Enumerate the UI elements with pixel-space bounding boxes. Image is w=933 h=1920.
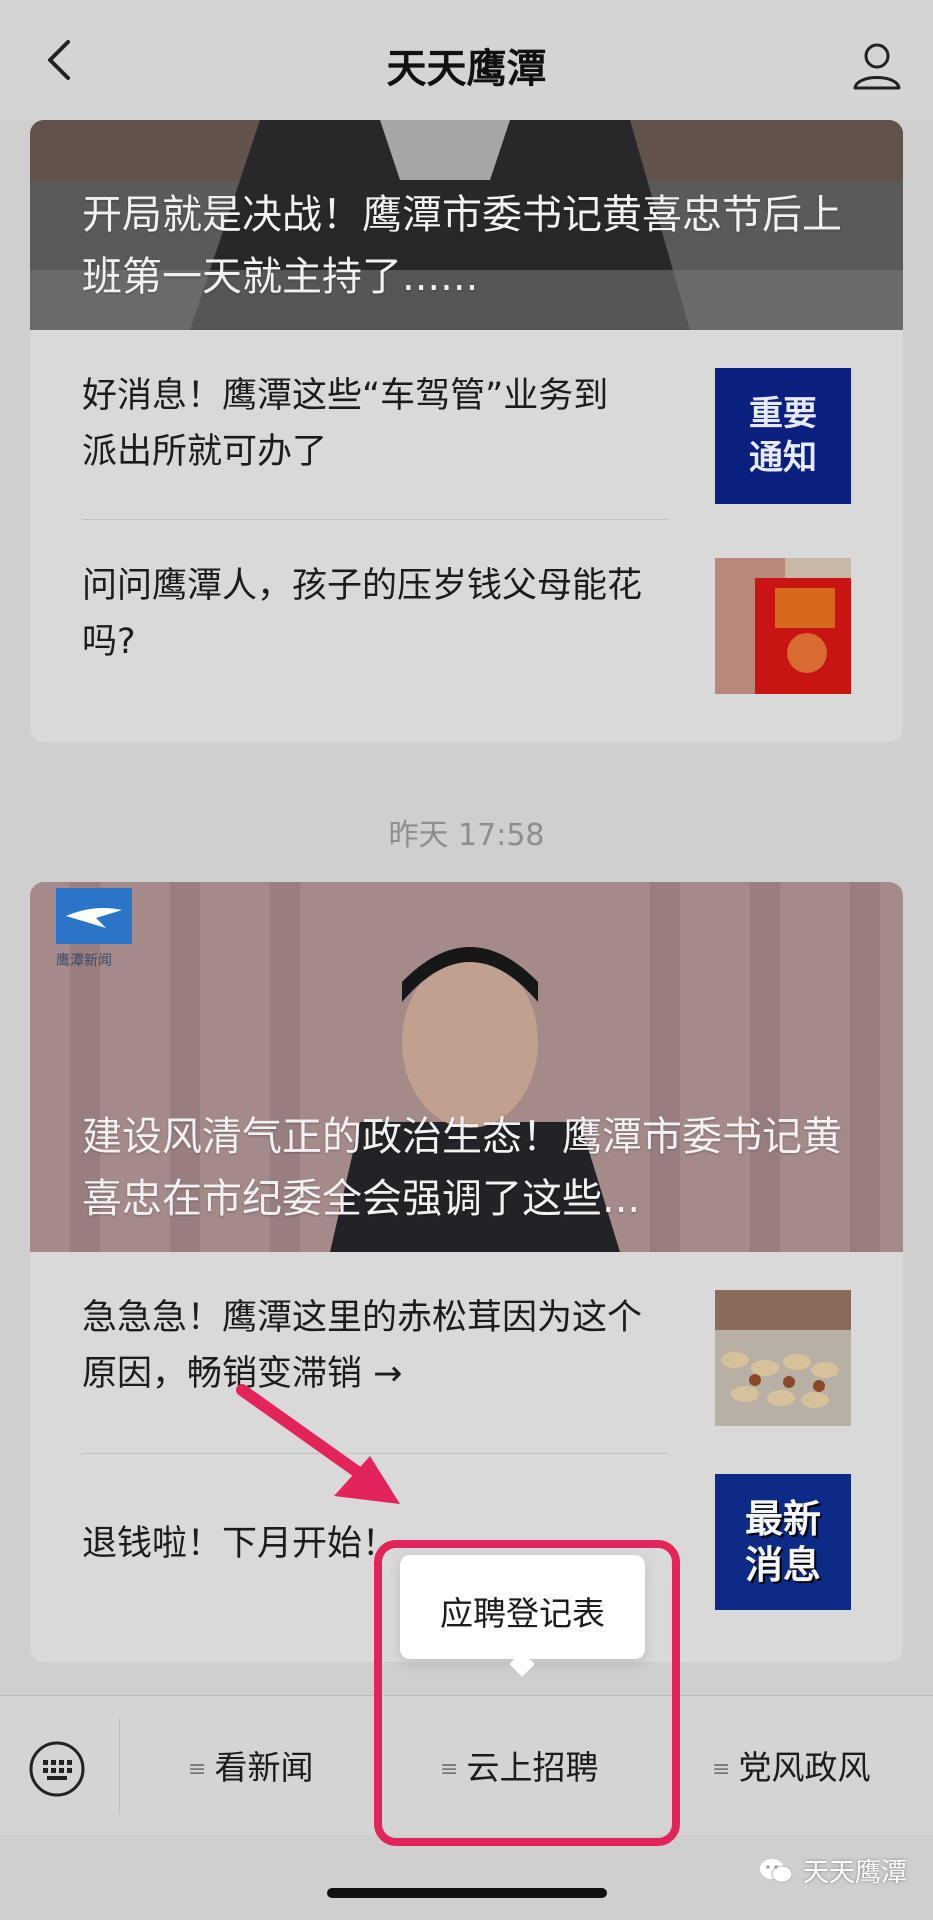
hero-title: 建设风清气正的政治生态！鹰潭市委书记黄喜忠在市纪委全会强调了这些... (82, 1114, 842, 1222)
highlight-box (374, 1540, 680, 1846)
article-hero[interactable]: 鹰潭新闻 建设风清气正的政治生态！鹰潭市委书记黄喜忠在市纪委全会强调了这些... (30, 882, 903, 1252)
divider (119, 1718, 120, 1814)
keyboard-icon[interactable] (28, 1740, 86, 1798)
list-item[interactable]: 好消息！鹰潭这些“车驾管”业务到派出所就可办了 重要 通知 (30, 330, 903, 520)
profile-icon[interactable] (849, 38, 905, 94)
news-logo: 鹰潭新闻 (56, 888, 132, 970)
hero-title: 开局就是决战！鹰潭市委书记黄喜忠节后上班第一天就主持了...... (82, 192, 842, 300)
list-item[interactable]: 急急急！鹰潭这里的赤松茸因为这个原因，畅销变滞销 → (30, 1252, 903, 1454)
timestamp: 昨天 17:58 (388, 818, 545, 853)
menu-item-party-style[interactable]: ≡ 党风政风 (712, 1741, 870, 1789)
red-envelope-thumbnail (715, 558, 851, 694)
menu-item-news[interactable]: ≡ 看新闻 (188, 1741, 313, 1789)
item-title: 问问鹰潭人，孩子的压岁钱父母能花吗? (82, 566, 643, 662)
message-feed[interactable]: 开局就是决战！鹰潭市委书记黄喜忠节后上班第一天就主持了...... 好消息！鹰潭… (0, 120, 933, 1695)
wechat-icon (759, 1858, 793, 1882)
home-indicator[interactable] (327, 1888, 607, 1898)
news-thumbnail: 最新 消息 (715, 1474, 851, 1610)
menu-label: 看新闻 (214, 1748, 314, 1787)
watermark-text: 天天鹰潭 (802, 1858, 907, 1888)
watermark: 天天鹰潭 (759, 1852, 907, 1889)
logo-text: 鹰潭新闻 (56, 953, 112, 969)
logo-icon (56, 888, 132, 944)
menu-lines-icon: ≡ (712, 1757, 731, 1782)
mushroom-thumbnail (715, 1290, 851, 1426)
notice-thumbnail: 重要 通知 (715, 368, 851, 504)
menu-label: 党风政风 (738, 1748, 871, 1787)
thumb-text: 重要 通知 (749, 394, 817, 478)
arrow-icon (236, 1384, 400, 1504)
article-hero[interactable]: 开局就是决战！鹰潭市委书记黄喜忠节后上班第一天就主持了...... (30, 120, 903, 330)
thumb-text: 最新 消息 (744, 1497, 821, 1587)
menu-lines-icon: ≡ (188, 1757, 207, 1782)
list-item[interactable]: 问问鹰潭人，孩子的压岁钱父母能花吗? (30, 520, 903, 710)
page-title: 天天鹰潭 (386, 46, 547, 92)
top-bar: 天天鹰潭 (0, 0, 933, 120)
article-card: 开局就是决战！鹰潭市委书记黄喜忠节后上班第一天就主持了...... 好消息！鹰潭… (30, 120, 903, 742)
item-title: 好消息！鹰潭这些“车驾管”业务到派出所就可办了 (82, 376, 609, 472)
